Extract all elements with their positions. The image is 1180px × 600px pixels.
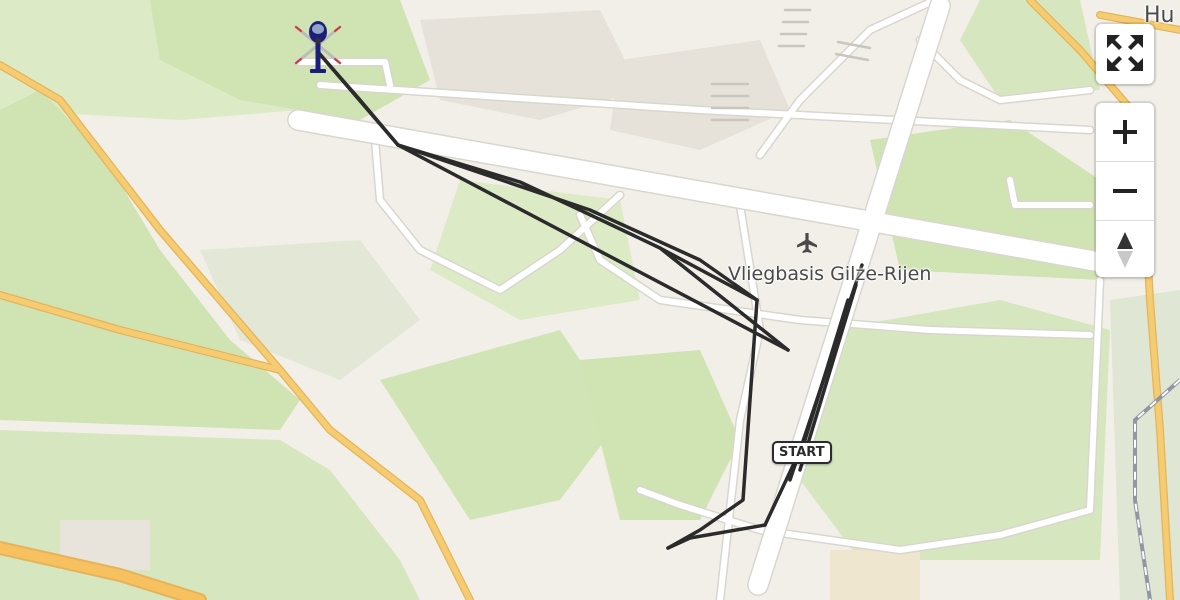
fullscreen-icon	[1107, 35, 1143, 71]
plus-icon	[1113, 120, 1137, 144]
map-canvas[interactable]	[0, 0, 1180, 600]
airbase-label: Vliegbasis Gilze-Rijen	[728, 263, 932, 285]
fullscreen-button[interactable]	[1096, 24, 1154, 82]
fullscreen-control	[1096, 24, 1154, 84]
zoom-in-button[interactable]	[1096, 103, 1154, 161]
land-use	[0, 0, 1180, 600]
start-marker[interactable]: START	[772, 441, 832, 464]
compass-icon	[1117, 232, 1133, 268]
minus-icon	[1113, 189, 1137, 193]
zoom-out-button[interactable]	[1096, 161, 1154, 220]
zoom-control	[1096, 103, 1154, 277]
compass-button[interactable]	[1096, 220, 1154, 279]
